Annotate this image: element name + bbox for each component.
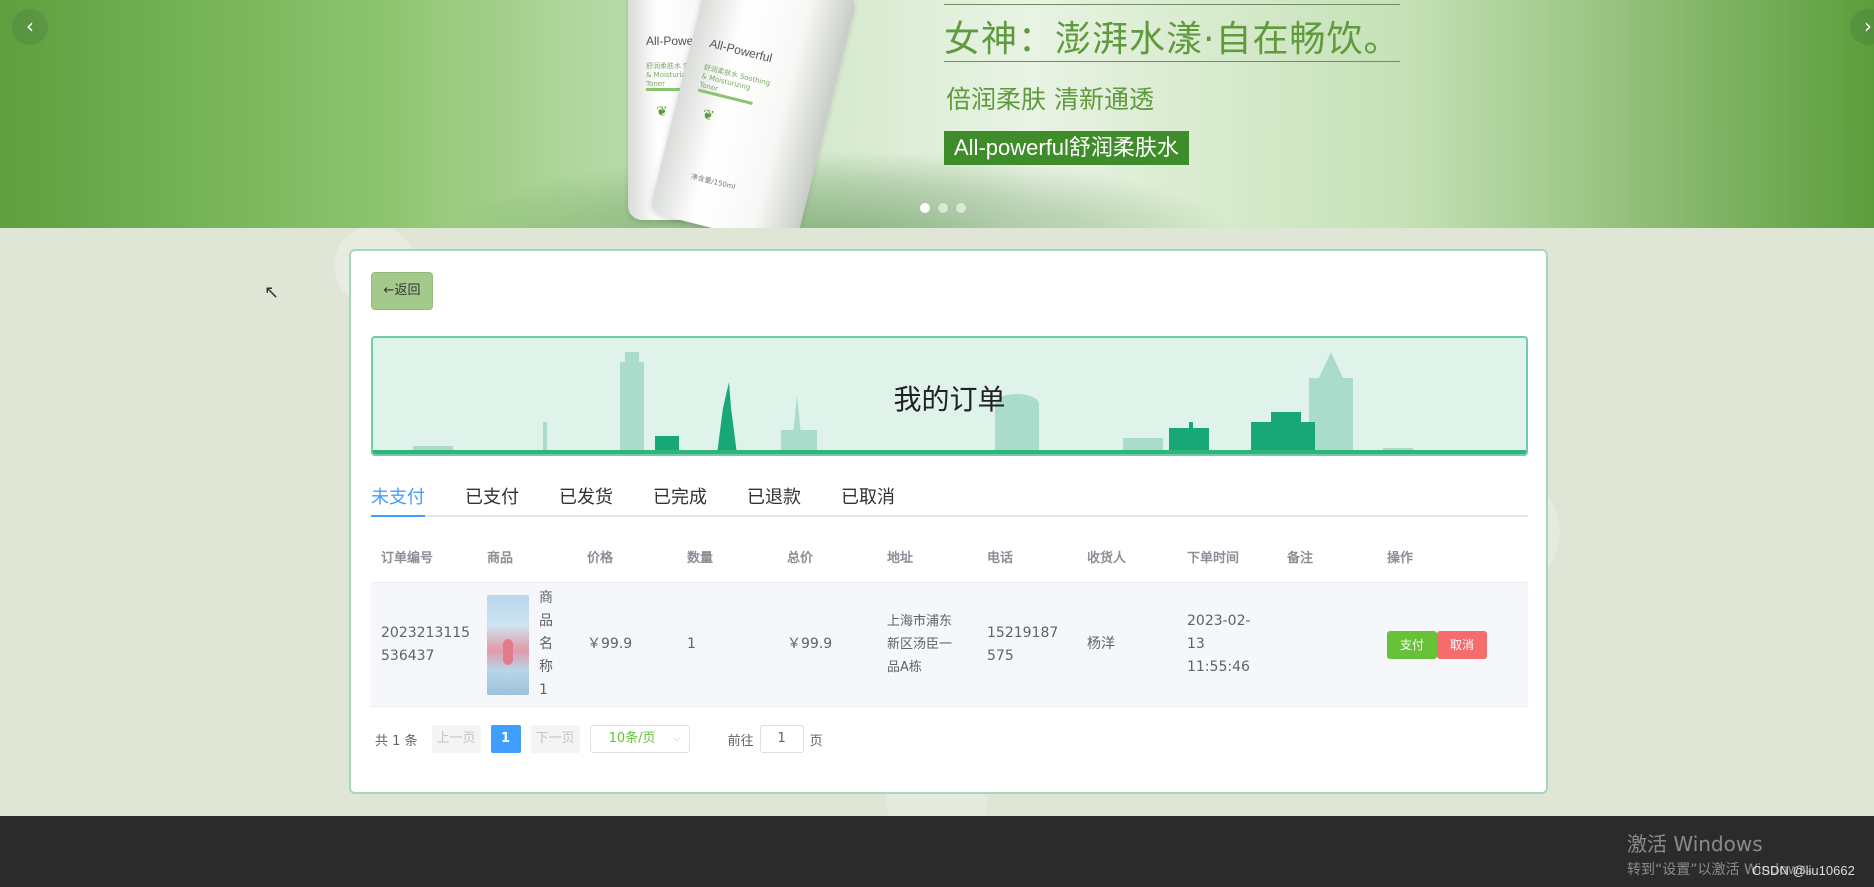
tab-paid[interactable]: 已支付 [465,483,519,515]
col-phone: 电话 [987,551,1014,566]
product-thumbnail[interactable] [487,594,529,695]
leaf-icon: ❦ [700,106,716,125]
pagination: 共 1 条 上一页 1 下一页 10条/页 ⌵ 前往 1 页 [375,725,823,753]
product-name: 商品名称1 [539,590,553,698]
tab-refunded[interactable]: 已退款 [747,483,801,515]
col-actions: 操作 [1387,551,1414,566]
carousel-indicators [920,203,966,213]
carousel-dot-1[interactable] [920,203,930,213]
col-total: 总价 [787,551,814,566]
goto-label: 前往 [727,733,754,749]
carousel-next-button[interactable]: › [1850,9,1874,45]
carousel-dot-2[interactable] [938,203,948,213]
banner-rule-bottom [944,61,1400,62]
cancel-button[interactable]: 取消 [1437,630,1488,659]
banner-headline: 女神：澎湃水漾·自在畅饮。 [944,19,1401,60]
banner-product-tag: All-powerful舒润柔肤水 [944,131,1189,165]
mouse-cursor-icon: ↖ [264,282,280,303]
order-number: 2023213115536437 [381,624,471,664]
carousel-prev-button[interactable]: ‹ [12,9,48,45]
orders-table: 订单编号 商品 价格 数量 总价 地址 电话 收货人 下单时间 备注 操作 20… [371,531,1528,707]
table-header: 订单编号 商品 价格 数量 总价 地址 电话 收货人 下单时间 备注 操作 [371,531,1528,583]
next-page-button[interactable]: 下一页 [530,725,580,753]
page-size-value: 10条/页 [608,731,656,746]
tab-cancelled[interactable]: 已取消 [841,483,895,515]
carousel-dot-3[interactable] [956,203,966,213]
bottle-brand: All-Powerful [708,36,774,66]
col-address: 地址 [887,551,914,566]
leaf-icon: ❦ [656,104,668,120]
goto-suffix: 页 [809,733,823,749]
col-price: 价格 [587,551,614,566]
page-number-1[interactable]: 1 [490,725,521,753]
pay-button[interactable]: 支付 [1387,630,1438,659]
tab-unpaid[interactable]: 未支付 [371,483,425,517]
chevron-down-icon: ⌵ [672,733,681,744]
back-button[interactable]: ←返回 [371,272,433,310]
receiver: 杨洋 [1087,636,1115,652]
col-receiver: 收货人 [1087,551,1127,566]
total-count: 共 1 条 [375,733,418,749]
orders-card: ←返回 我的订单 未支付 已支付 已发货 已完成 已退款 已取消 订单编号 商品… [349,249,1548,794]
csdn-credit: CSDN @liu10662 [1752,863,1855,878]
col-quantity: 数量 [687,551,714,566]
prev-page-button[interactable]: 上一页 [431,725,481,753]
price: ￥99.9 [587,636,633,652]
page-title-banner: 我的订单 [371,336,1528,456]
address: 上海市浦东新区汤臣一品A栋 [887,614,953,675]
col-product: 商品 [487,551,514,566]
tab-shipped[interactable]: 已发货 [559,483,613,515]
col-order-time: 下单时间 [1187,551,1240,566]
total-price: ￥99.9 [787,636,833,652]
page-footer [0,816,1874,887]
banner-rule-top [944,4,1400,5]
product-cell: 商品名称1 [477,587,577,702]
col-remark: 备注 [1287,551,1314,566]
tab-completed[interactable]: 已完成 [653,483,707,515]
page-size-select[interactable]: 10条/页 ⌵ [589,725,690,753]
order-time: 2023-02-13 11:55:46 [1187,613,1251,675]
actions-cell: 支付 取消 [1377,630,1497,659]
banner-subheadline: 倍润柔肤 清新通透 [946,85,1154,114]
col-order-no: 订单编号 [381,551,434,566]
skyline-ground [373,450,1526,454]
quantity: 1 [687,636,696,652]
phone: 15219187575 [987,624,1059,664]
goto-page-input[interactable]: 1 [759,725,804,753]
promo-banner[interactable]: All-Powerful 舒润柔肤水 Soothing & Moisturizi… [0,0,1874,228]
bottle-volume: 净含量/150ml [690,172,737,192]
page-title: 我的订单 [893,383,1006,416]
watermark-title: 激活 Windows [1627,832,1763,856]
table-row: 2023213115536437 商品名称1 ￥99.9 1 ￥99.9 上海市… [371,583,1528,707]
order-status-tabs: 未支付 已支付 已发货 已完成 已退款 已取消 [371,483,1528,517]
